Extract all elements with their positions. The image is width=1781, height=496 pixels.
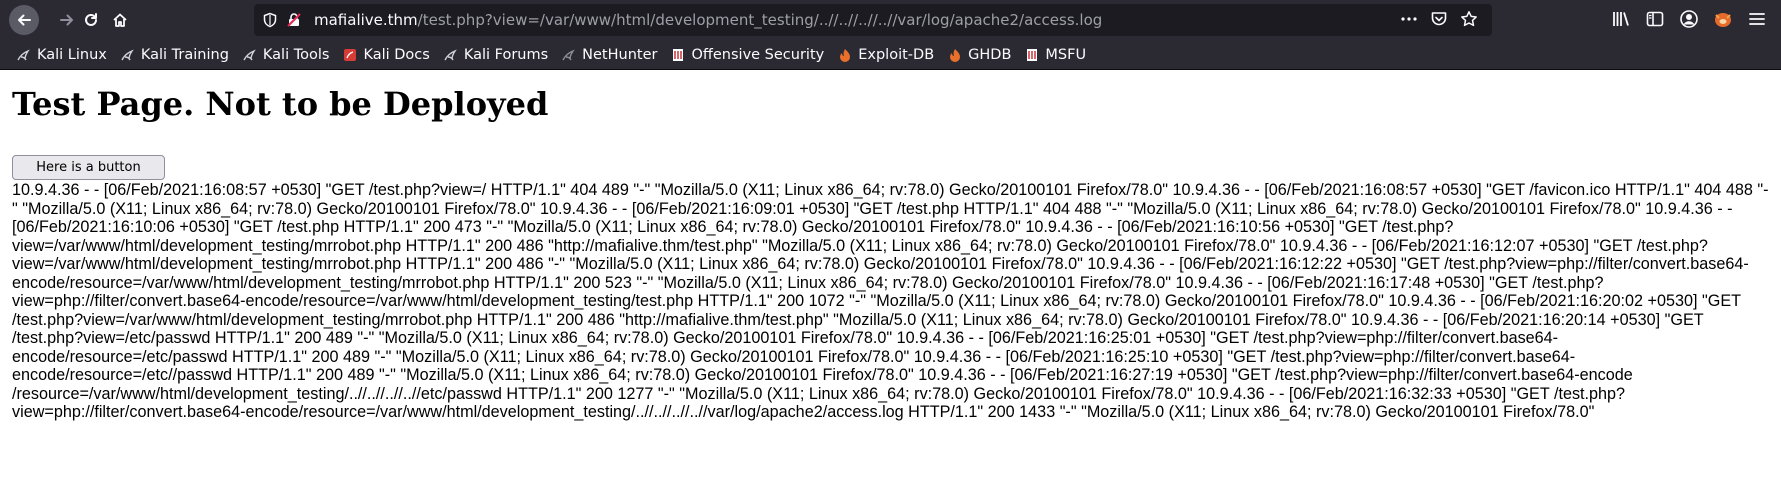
kali-dragon-icon: [243, 48, 257, 62]
browser-toolbar: mafialive.thm/test.php?view=/var/www/htm…: [0, 0, 1781, 40]
kali-dragon-icon: [562, 48, 576, 62]
exploit-db-icon: [948, 48, 962, 62]
bookmark-label: GHDB: [968, 46, 1012, 63]
bookmarks-toolbar: Kali Linux Kali Training Kali Tools Kali…: [0, 40, 1781, 70]
offsec-icon: [1025, 48, 1039, 62]
bookmark-kali-docs[interactable]: Kali Docs: [343, 46, 430, 63]
kali-dragon-icon: [17, 48, 31, 62]
bookmark-label: MSFU: [1045, 46, 1087, 63]
url-text[interactable]: mafialive.thm/test.php?view=/var/www/htm…: [314, 4, 1102, 36]
bookmark-ghdb[interactable]: GHDB: [948, 47, 1011, 63]
bookmark-label: Kali Docs: [363, 46, 430, 63]
pocket-icon[interactable]: [1430, 10, 1448, 28]
bookmark-kali-training[interactable]: Kali Training: [121, 47, 229, 63]
bookmark-msfu[interactable]: MSFU: [1025, 47, 1086, 63]
menu-hamburger-icon[interactable]: [1747, 9, 1767, 29]
back-button[interactable]: [9, 5, 39, 35]
forward-arrow-icon: [60, 14, 73, 26]
sidebar-icon[interactable]: [1645, 9, 1665, 29]
bookmark-label: Kali Forums: [463, 46, 549, 63]
foxyproxy-extension-icon[interactable]: [1713, 9, 1733, 29]
kali-docs-icon: [343, 48, 357, 62]
url-host: mafialive.thm: [314, 11, 418, 29]
reload-button[interactable]: [77, 6, 105, 34]
bookmark-kali-tools[interactable]: Kali Tools: [243, 46, 330, 63]
bookmark-kali-forums[interactable]: Kali Forums: [444, 47, 548, 63]
bookmark-label: Kali Tools: [262, 46, 330, 63]
toolbar-right-icons: [1611, 9, 1767, 29]
bookmark-label: Kali Linux: [37, 46, 107, 63]
home-button[interactable]: [106, 6, 134, 34]
page-heading: Test Page. Not to be Deployed: [12, 85, 549, 123]
back-arrow-icon: [18, 14, 31, 26]
reload-icon: [85, 13, 97, 26]
page-content: Test Page. Not to be Deployed Here is a …: [0, 71, 1781, 496]
bookmark-label: Kali Training: [140, 46, 229, 63]
kali-dragon-icon: [444, 48, 458, 62]
bookmark-exploit-db[interactable]: Exploit-DB: [838, 47, 934, 63]
bookmark-star-icon[interactable]: [1460, 10, 1478, 28]
offsec-icon: [671, 48, 685, 62]
kali-dragon-icon: [121, 48, 135, 62]
url-actions: [1400, 10, 1478, 28]
tracking-protection-shield-icon[interactable]: [262, 12, 278, 28]
home-icon: [113, 13, 127, 27]
bookmark-offensive-security[interactable]: Offensive Security: [671, 47, 824, 63]
here-is-a-button[interactable]: Here is a button: [12, 155, 165, 180]
bookmark-label: Offensive Security: [691, 46, 825, 63]
account-icon[interactable]: [1679, 9, 1699, 29]
page-actions-icon[interactable]: [1400, 10, 1418, 28]
exploit-db-icon: [838, 48, 852, 62]
insecure-lock-icon[interactable]: [286, 12, 302, 28]
library-icon[interactable]: [1611, 9, 1631, 29]
bookmark-kali-linux[interactable]: Kali Linux: [17, 47, 107, 63]
url-bar[interactable]: mafialive.thm/test.php?view=/var/www/htm…: [254, 4, 1492, 36]
bookmark-label: NetHunter: [582, 46, 658, 63]
access-log-output: 10.9.4.36 - - [06/Feb/2021:16:08:57 +053…: [12, 181, 1769, 421]
url-path: /test.php?view=/var/www/html/development…: [417, 11, 1103, 29]
bookmark-nethunter[interactable]: NetHunter: [562, 47, 657, 63]
bookmark-label: Exploit-DB: [858, 46, 935, 63]
